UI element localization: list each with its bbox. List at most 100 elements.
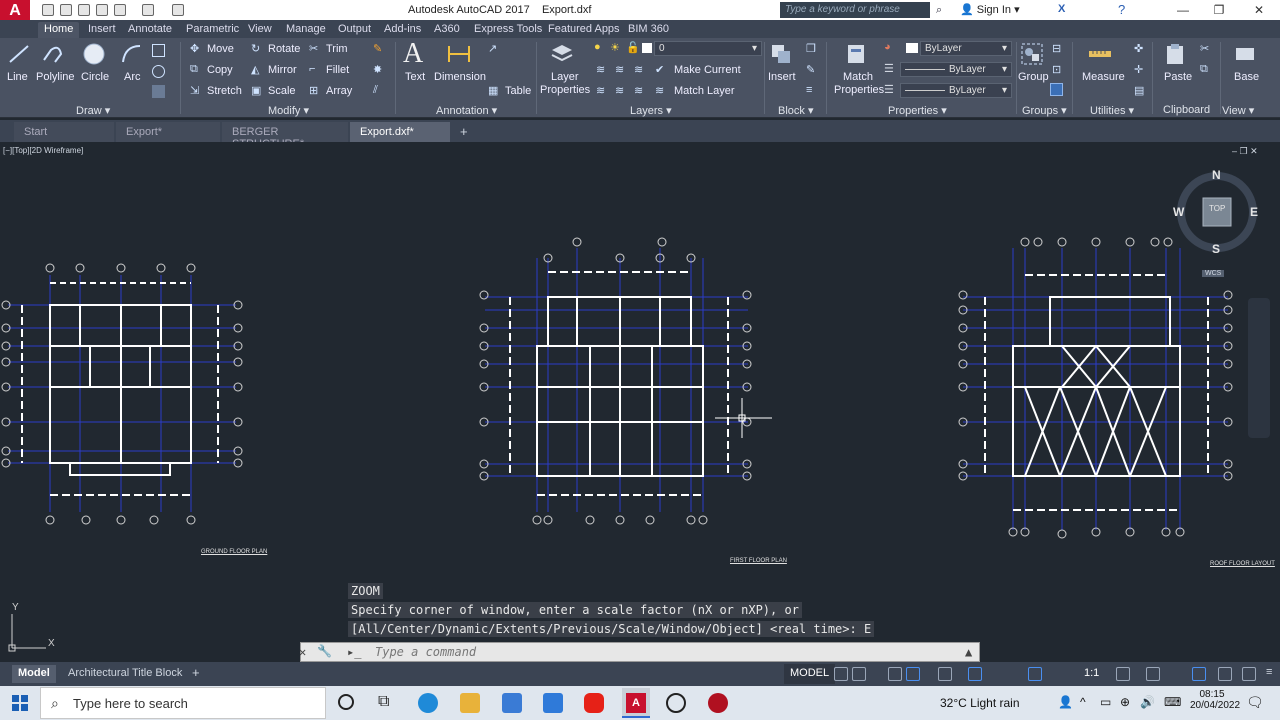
offset-icon[interactable]: ⫽	[373, 84, 386, 97]
linetype-dropdown[interactable]: ByLayer ▾	[900, 62, 1012, 77]
tab-a360[interactable]: A360	[428, 22, 466, 38]
hardware-acceleration-icon[interactable]	[1218, 667, 1232, 681]
microsoft-store-icon[interactable]	[502, 693, 522, 713]
clean-screen-icon[interactable]	[1242, 667, 1256, 681]
command-input[interactable]: ✕ 🔧 ▸_ Type a command ▲	[299, 642, 980, 662]
circle-icon[interactable]	[82, 42, 106, 66]
text-button-label[interactable]: Text	[405, 71, 425, 83]
layer-previous-icon[interactable]: ≋	[615, 84, 628, 97]
lineweight-icon[interactable]: ☰	[884, 83, 894, 96]
dimension-icon[interactable]	[447, 42, 471, 66]
layer-dropdown[interactable]: 0 ▾	[654, 41, 762, 56]
stretch-icon[interactable]: ⇲	[190, 84, 203, 97]
layer-off-icon[interactable]: ≋	[615, 63, 628, 76]
ungroup-icon[interactable]: ⊟	[1052, 42, 1065, 55]
doc-tab-berger-structure[interactable]: BERGER STRUCTURE*	[222, 122, 348, 150]
wcs-menu[interactable]: WCS	[1202, 270, 1225, 277]
select-all-icon[interactable]: ✛	[1134, 63, 1147, 76]
help-icon[interactable]: ?	[1118, 2, 1125, 17]
maximize-button[interactable]: ❐	[1206, 2, 1232, 18]
tab-parametric[interactable]: Parametric	[180, 22, 245, 38]
volume-icon[interactable]: 🔊	[1140, 695, 1155, 709]
object-snap-tracking-icon[interactable]	[968, 667, 982, 681]
line-icon[interactable]	[7, 42, 31, 66]
calculator-icon[interactable]: ▤	[1134, 84, 1147, 97]
linetype-icon[interactable]: ☰	[884, 62, 894, 75]
isodraft-icon[interactable]	[938, 667, 952, 681]
make-current-button[interactable]: Make Current	[674, 64, 741, 76]
snap-toggle-icon[interactable]	[852, 667, 866, 681]
color-dropdown[interactable]: ByLayer ▾	[920, 41, 1012, 56]
tab-express-tools[interactable]: Express Tools	[468, 22, 548, 38]
copy-button[interactable]: Copy	[207, 64, 233, 76]
mirror-button[interactable]: Mirror	[268, 64, 297, 76]
viewcube-north[interactable]: N	[1212, 168, 1221, 182]
layers-panel-title[interactable]: Layers ▾	[630, 104, 672, 117]
match-layer-icon[interactable]: ≋	[655, 84, 668, 97]
copy-icon[interactable]: ⧉	[190, 63, 203, 76]
cortana-icon[interactable]	[338, 694, 354, 710]
doc-tab-export[interactable]: Export*	[116, 122, 220, 142]
copy-clip-icon[interactable]: ⧉	[1200, 63, 1213, 76]
network-icon[interactable]: ⊕	[1120, 695, 1130, 709]
dimension-button-label[interactable]: Dimension	[434, 71, 486, 83]
edit-attributes-icon[interactable]: ≡	[806, 84, 819, 97]
insert-button-label[interactable]: Insert	[768, 71, 796, 83]
grid-toggle-icon[interactable]	[834, 667, 848, 681]
save-icon[interactable]	[78, 4, 90, 16]
viewcube-south[interactable]: S	[1212, 242, 1220, 256]
new-tab-button[interactable]: +	[460, 124, 468, 139]
properties-panel-title[interactable]: Properties ▾	[888, 104, 947, 117]
trim-icon[interactable]: ✂	[309, 42, 322, 55]
rotate-button[interactable]: Rotate	[268, 43, 300, 55]
help-search-input[interactable]: Type a keyword or phrase	[780, 2, 930, 18]
group-edit-icon[interactable]: ⊡	[1052, 63, 1065, 76]
tab-view[interactable]: View	[242, 22, 278, 38]
drawing-canvas[interactable]: [−][Top][2D Wireframe] GROUND FLOOR PLAN…	[0, 142, 1280, 660]
table-icon[interactable]: ▦	[488, 84, 501, 97]
array-button[interactable]: Array	[326, 85, 352, 97]
groups-panel-title[interactable]: Groups ▾	[1022, 104, 1067, 117]
tab-manage[interactable]: Manage	[280, 22, 332, 38]
annotation-panel-title[interactable]: Annotation ▾	[436, 104, 497, 117]
trim-button[interactable]: Trim	[326, 43, 348, 55]
tab-annotate[interactable]: Annotate	[122, 22, 178, 38]
autocad-taskbar-button[interactable]: A	[622, 688, 650, 718]
arc-button-label[interactable]: Arc	[124, 71, 141, 83]
sign-in-button[interactable]: 👤 Sign In ▾	[960, 3, 1020, 16]
erase-icon[interactable]: ✎	[373, 42, 386, 55]
clipboard-panel-title[interactable]: Clipboard	[1163, 104, 1210, 116]
move-icon[interactable]: ✥	[190, 42, 203, 55]
battery-icon[interactable]: ▭	[1100, 695, 1111, 709]
base-button-label[interactable]: Base	[1234, 71, 1259, 83]
tab-home[interactable]: Home	[38, 22, 80, 38]
paste-icon[interactable]	[1163, 42, 1187, 66]
open-file-icon[interactable]	[60, 4, 72, 16]
fillet-icon[interactable]: ⌐	[309, 63, 322, 76]
tab-featured-apps[interactable]: Featured Apps	[542, 22, 626, 38]
layer-walk-icon[interactable]: ≋	[596, 84, 609, 97]
match-properties-icon[interactable]	[844, 42, 868, 66]
layer-properties-label-1[interactable]: Layer	[551, 71, 579, 83]
layout-tab-title-block[interactable]: Architectural Title Block	[62, 665, 188, 683]
lineweight-dropdown[interactable]: ByLayer ▾	[900, 83, 1012, 98]
layer-match-icon[interactable]: ≋	[634, 84, 647, 97]
array-icon[interactable]: ⊞	[309, 84, 322, 97]
tab-bim-360[interactable]: BIM 360	[622, 22, 675, 38]
language-icon[interactable]: ⌨	[1164, 695, 1181, 709]
isolate-objects-icon[interactable]	[1192, 667, 1206, 681]
tab-insert[interactable]: Insert	[82, 22, 122, 38]
close-button[interactable]: ✕	[1246, 2, 1272, 18]
layer-on-icon[interactable]: ●	[594, 41, 601, 53]
leader-icon[interactable]: ↗	[488, 42, 501, 55]
tab-add-ins[interactable]: Add-ins	[378, 22, 427, 38]
layer-isolate-icon[interactable]: ≋	[596, 63, 609, 76]
insert-block-icon[interactable]	[769, 42, 793, 66]
scale-button[interactable]: Scale	[268, 85, 296, 97]
doc-tab-start[interactable]: Start	[14, 122, 114, 142]
annotation-scale[interactable]: 1:1	[1084, 667, 1099, 679]
undo-icon[interactable]	[142, 4, 154, 16]
hatch-icon[interactable]	[152, 85, 165, 98]
line-button-label[interactable]: Line	[7, 71, 28, 83]
close-command-icon[interactable]: ✕	[299, 645, 306, 659]
